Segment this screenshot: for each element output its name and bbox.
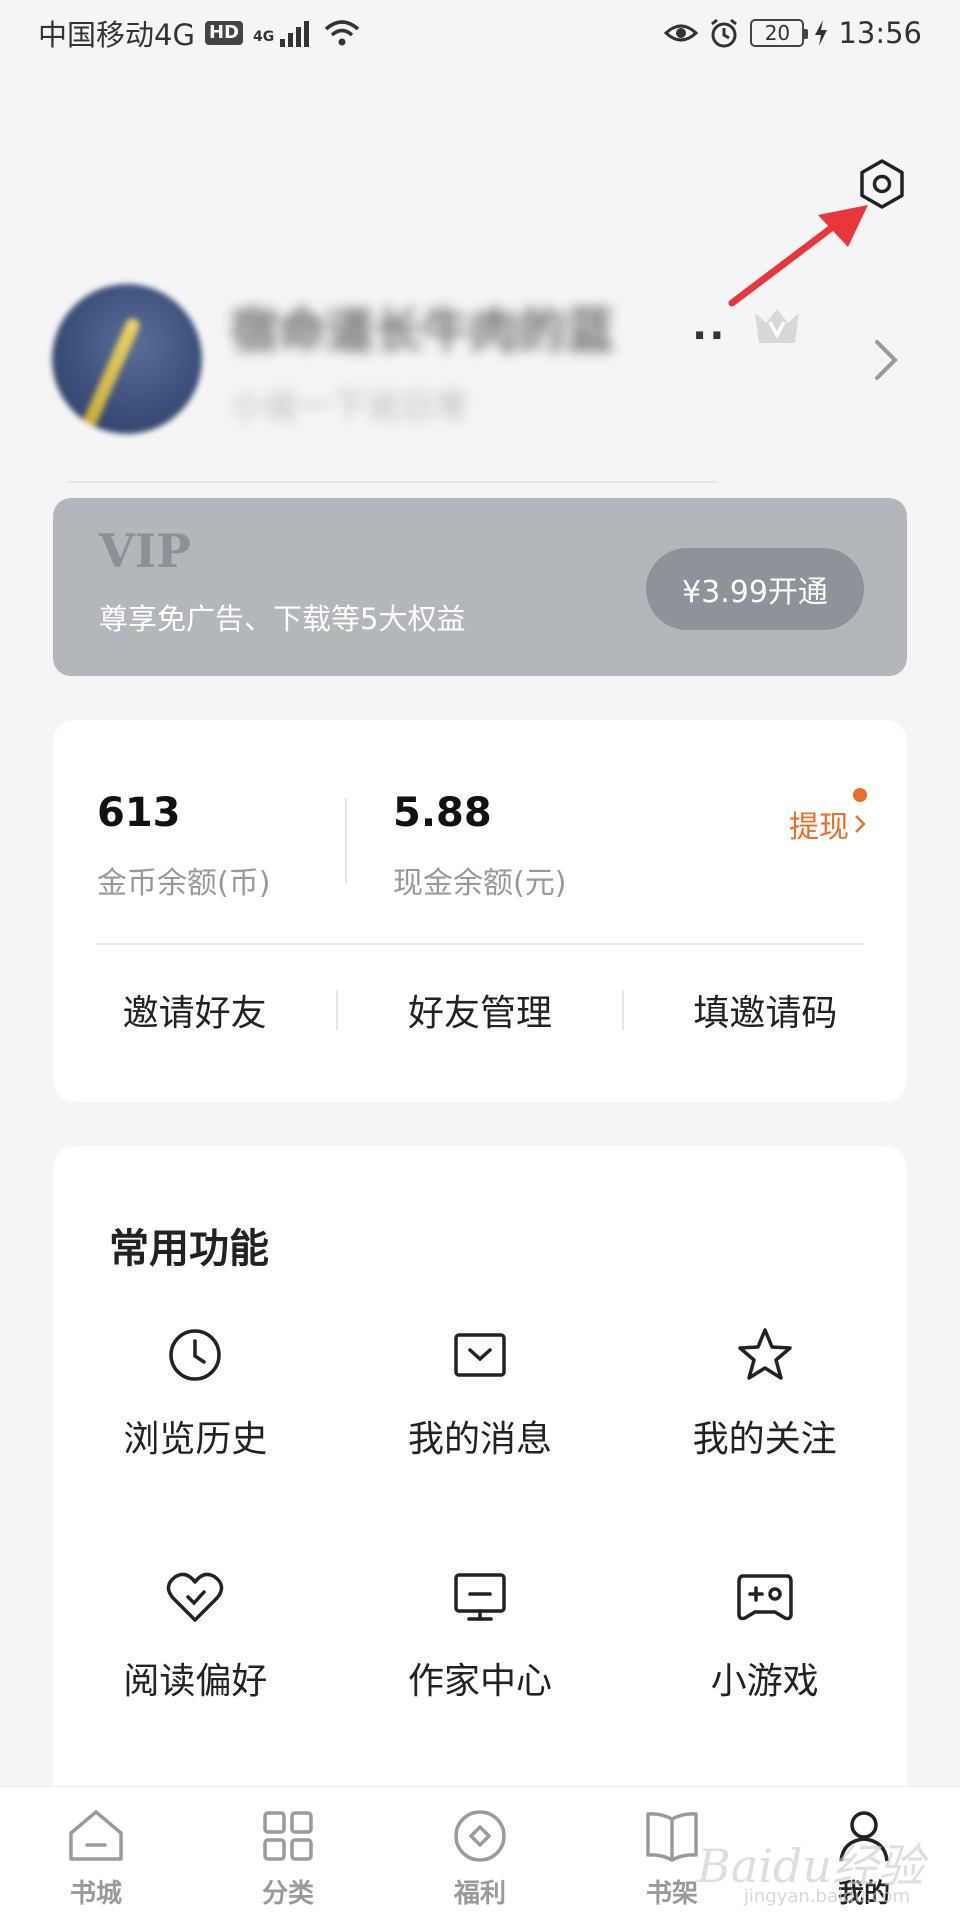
star-icon (734, 1324, 796, 1386)
status-bar: 中国移动4G HD 4G 20 13:56 (0, 0, 960, 66)
nav-label: 福利 (453, 1879, 506, 1909)
common-functions-card: 常用功能 浏览历史 我的消息 我的关注 阅读偏好 作家中心 小游戏 (53, 1146, 907, 1786)
avatar[interactable] (52, 284, 202, 434)
function-label: 我的关注 (692, 1419, 837, 1460)
network-type: 4G (252, 29, 275, 45)
cash-value: 5.88 (393, 790, 492, 836)
withdraw-link[interactable]: 提现 (789, 788, 867, 846)
gamepad-icon (734, 1566, 796, 1628)
vip-open-button[interactable]: ¥3.99开通 (646, 548, 864, 630)
nav-label: 分类 (261, 1879, 314, 1909)
nav-mine[interactable]: 我的 (768, 1787, 960, 1920)
home-icon (65, 1805, 127, 1867)
bottom-nav: 书城 分类 福利 书架 我的 (0, 1786, 960, 1920)
battery-indicator: 20 (750, 19, 809, 47)
clock-time: 13:56 (838, 16, 922, 50)
charging-icon (815, 20, 828, 46)
alarm-icon (711, 18, 738, 48)
user-icon (833, 1805, 895, 1867)
coins-label: 金币余额(币) (97, 866, 271, 901)
nav-category[interactable]: 分类 (192, 1787, 384, 1920)
vip-description: 尊享免广告、下载等5大权益 (99, 602, 466, 636)
chevron-right-icon (855, 815, 866, 833)
profile-name-row: 宿命道长牛肉的蓝 .. (230, 291, 922, 361)
notification-dot (853, 788, 867, 802)
wallet-card: 613 金币余额(币) 5.88 现金余额(元) 提现 邀请好友 好友管理 填邀… (53, 720, 907, 1102)
clock-icon (164, 1324, 226, 1386)
grid-icon (257, 1805, 319, 1867)
coins-value: 613 (97, 790, 181, 836)
status-right: 20 13:56 (664, 16, 922, 50)
profile-subtitle: 小说一下说日常 (230, 386, 468, 427)
heart-icon (164, 1566, 226, 1628)
monitor-icon (449, 1566, 511, 1628)
profile-section[interactable]: 宿命道长牛肉的蓝 .. 小说一下说日常 (52, 278, 922, 440)
invite-friends-button[interactable]: 邀请好友 (53, 984, 336, 1036)
nav-label: 我的 (837, 1879, 890, 1909)
nav-welfare[interactable]: 福利 (384, 1787, 576, 1920)
withdraw-label: 提现 (789, 810, 849, 845)
cash-label: 现金余额(元) (393, 866, 567, 901)
function-author-center[interactable]: 作家中心 (338, 1566, 623, 1808)
vip-title: VIP (99, 524, 191, 578)
gift-icon (449, 1805, 511, 1867)
friend-management-button[interactable]: 好友管理 (338, 984, 621, 1036)
eye-icon (664, 24, 699, 42)
chevron-right-icon (875, 340, 898, 380)
crown-icon (755, 308, 800, 343)
cash-stat[interactable]: 5.88 现金余额(元) (393, 790, 566, 902)
functions-row: 浏览历史 我的消息 我的关注 (53, 1324, 907, 1566)
function-label: 浏览历史 (123, 1419, 268, 1460)
message-icon (449, 1324, 511, 1386)
coins-stat[interactable]: 613 金币余额(币) (97, 790, 270, 902)
nav-label: 书城 (69, 1879, 122, 1909)
hd-badge: HD (204, 21, 243, 45)
common-functions-title: 常用功能 (109, 1226, 269, 1272)
nav-label: 书架 (645, 1879, 698, 1909)
stat-separator (345, 798, 347, 884)
profile-divider (68, 481, 718, 483)
function-mini-games[interactable]: 小游戏 (622, 1566, 907, 1808)
carrier-text: 中国移动4G (38, 18, 195, 52)
functions-grid: 浏览历史 我的消息 我的关注 阅读偏好 作家中心 小游戏 (53, 1324, 907, 1808)
wifi-icon (325, 20, 360, 46)
nav-bookstore[interactable]: 书城 (0, 1787, 192, 1920)
function-label: 我的消息 (408, 1419, 553, 1460)
profile-name: 宿命道长牛肉的蓝 (230, 302, 615, 359)
function-my-follows[interactable]: 我的关注 (622, 1324, 907, 1566)
enter-invite-code-button[interactable]: 填邀请码 (624, 984, 907, 1036)
nav-bookshelf[interactable]: 书架 (576, 1787, 768, 1920)
function-my-messages[interactable]: 我的消息 (338, 1324, 623, 1566)
wallet-actions: 邀请好友 好友管理 填邀请码 (53, 945, 907, 1075)
signal-icon (280, 21, 310, 47)
function-browse-history[interactable]: 浏览历史 (53, 1324, 338, 1566)
functions-row: 阅读偏好 作家中心 小游戏 (53, 1566, 907, 1808)
function-label: 小游戏 (710, 1661, 819, 1702)
profile-info: 宿命道长牛肉的蓝 .. 小说一下说日常 (230, 291, 922, 428)
function-label: 阅读偏好 (123, 1661, 268, 1702)
book-icon (641, 1805, 703, 1867)
status-left: 中国移动4G HD 4G (38, 12, 360, 54)
function-reading-preference[interactable]: 阅读偏好 (53, 1566, 338, 1808)
function-label: 作家中心 (408, 1661, 553, 1702)
vip-card[interactable]: VIP 尊享免广告、下载等5大权益 ¥3.99开通 (53, 498, 907, 676)
